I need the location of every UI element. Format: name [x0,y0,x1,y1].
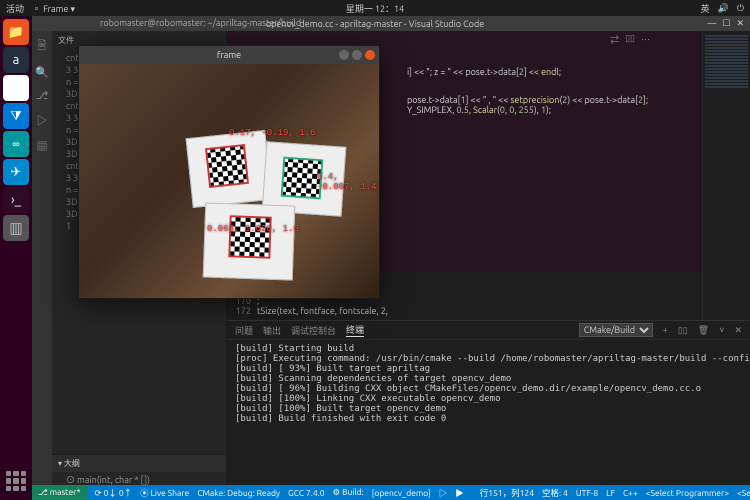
status-eol[interactable]: LF [606,488,615,498]
pose-overlay-2: 0.4, -0.007, 1.4 [317,172,379,192]
tab-problems[interactable]: 问题 [235,324,253,337]
debug-icon[interactable]: ▷ [37,112,48,128]
launcher-amazon-icon[interactable]: a [3,47,29,73]
terminal-output[interactable]: [build] Starting build [proc] Executing … [227,340,750,485]
minimap[interactable] [702,31,750,320]
launcher-chrome-icon[interactable]: ◉ [3,75,29,101]
tab-output[interactable]: 输出 [263,324,281,337]
unity-launcher: 📁 a ◉ ⧩ ∞ ✈ ›_ ▥ [0,16,32,500]
opencv-frame-window[interactable]: frame 0.17, -0.19, 1.6 0.4, -0.007, 1.4 … [78,45,380,299]
launcher-arduino-icon[interactable]: ∞ [3,131,29,157]
terminal-titlebar-path: robomaster@robomaster: ~/apriltag-master… [100,18,301,28]
app-menu[interactable]: ▫ Frame ▾ [32,2,75,15]
explorer-icon[interactable]: 🗎 [38,37,47,56]
cv-close-icon[interactable] [365,50,375,60]
terminal-kill-icon[interactable]: 🗑 [698,325,709,336]
status-run-icon[interactable]: ▶ [455,487,464,499]
panel-tabs: 问题 输出 调试控制台 终端 CMake/Build + ▯▯ 🗑 ˅ ✕ [227,321,750,340]
status-cmake[interactable]: CMake: Debug: Ready [197,488,280,498]
activity-bar: 🗎 🔍 ⎇ ▷ ▦ [32,31,52,485]
apriltag-3 [228,215,271,258]
outline-header[interactable]: ▾ 大纲 [52,454,226,472]
launcher-vscode-icon[interactable]: ⧩ [3,103,29,129]
split-editor-icon[interactable]: ▯▯ [625,33,635,46]
status-language[interactable]: C++ [623,488,638,498]
status-encoding[interactable]: UTF-8 [576,488,598,498]
opencv-image: 0.17, -0.19, 1.6 0.4, -0.007, 1.4 0.063,… [79,64,379,298]
extensions-icon[interactable]: ▦ [37,138,48,154]
opencv-window-title: frame [217,50,241,60]
status-debug-icon[interactable]: ▷ [439,487,448,499]
status-indent[interactable]: 空格: 4 [542,487,568,499]
status-git-branch[interactable]: ⎇ master* [32,485,87,500]
volume-icon[interactable]: 🔊 [718,3,729,14]
terminal-split-icon[interactable]: ▯▯ [678,325,688,336]
opencv-window-titlebar[interactable]: frame [79,46,379,64]
cv-max-icon[interactable] [352,50,362,60]
status-programmer[interactable]: <Select Programmer> [646,488,729,498]
pose-overlay-1: 0.17, -0.19, 1.6 [229,128,315,138]
window-minimize[interactable]: — [707,18,716,29]
status-sync[interactable]: ⟳ 0↓ 0↑ [95,487,133,499]
panel-close-icon[interactable]: ✕ [734,325,742,336]
tab-debug-console[interactable]: 调试控制台 [291,324,336,337]
terminal-task-select[interactable]: CMake/Build [579,323,653,337]
launcher-files-icon[interactable]: 📁 [3,19,29,45]
pose-overlay-3: 0.063, 0.026, 1.6 [207,224,299,234]
search-icon[interactable]: 🔍 [35,66,49,79]
clock[interactable]: 星期一 12：14 [346,2,404,15]
gnome-top-bar: 活动 ▫ Frame ▾ 星期一 12：14 英 🔊 ⏻ [0,0,750,16]
compare-icon[interactable]: ⇄ [610,33,619,46]
ime-indicator[interactable]: 英 [701,2,710,15]
tab-terminal[interactable]: 终端 [346,323,364,337]
apriltag-1 [205,144,249,188]
status-board[interactable]: <Select Board Type> [737,488,750,498]
outline-body[interactable]: ⊙ main(int, char * []){·} lock [52,472,226,485]
status-cursor-pos[interactable]: 行151，列124 [480,487,534,499]
scm-icon[interactable]: ⎇ [36,89,49,102]
launcher-telegram-icon[interactable]: ✈ [3,159,29,185]
window-close[interactable]: ✕ [736,18,744,29]
terminal-plus-icon[interactable]: + [663,325,668,335]
activities-button[interactable]: 活动 [6,2,24,15]
outline-item[interactable]: ⊙ main(int, char * []) [52,472,226,485]
system-menu-icon[interactable]: ⏻ [737,3,744,14]
launcher-settings-icon[interactable]: ▥ [3,215,29,241]
status-target[interactable]: [opencv_demo] [372,488,431,498]
cv-min-icon[interactable] [339,50,349,60]
launcher-apps-grid-icon[interactable] [3,468,29,494]
status-gcc[interactable]: GCC 7.4.0 [288,488,324,498]
launcher-terminal-icon[interactable]: ›_ [3,187,29,213]
status-bar: ⎇ master* ⟳ 0↓ 0↑ ⦿ Live Share CMake: De… [32,485,750,500]
status-build[interactable]: ⚙ Build: [333,487,364,498]
window-maximize[interactable]: ☐ [722,18,730,29]
terminal-chevron-icon[interactable]: ˅ [719,325,724,335]
bottom-panel: 问题 输出 调试控制台 终端 CMake/Build + ▯▯ 🗑 ˅ ✕ [b… [227,320,750,485]
status-liveshare[interactable]: ⦿ Live Share [140,487,189,499]
more-actions-icon[interactable]: ⋯ [641,33,650,46]
